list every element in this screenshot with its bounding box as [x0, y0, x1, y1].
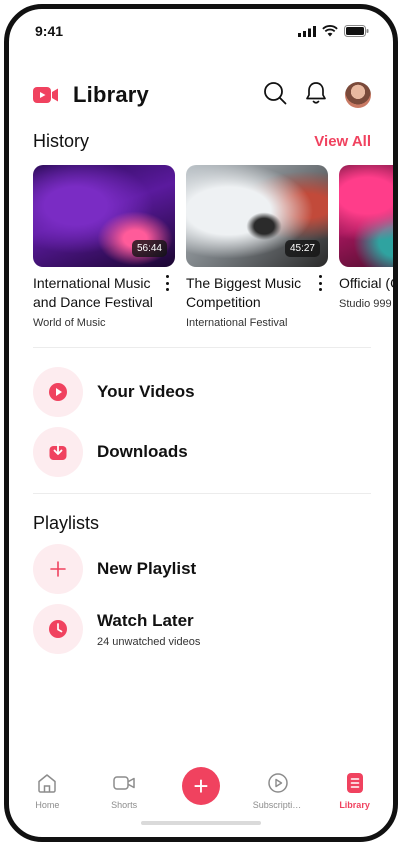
library-logo-icon: [33, 85, 59, 105]
nav-label: Home: [35, 800, 60, 810]
history-carousel[interactable]: 56:44 International Music and Dance Fest…: [33, 165, 393, 335]
plus-icon: [33, 544, 83, 594]
playlists-title: Playlists: [33, 513, 100, 533]
status-icons: [298, 25, 369, 37]
menu-subtitle: 24 unwatched videos: [97, 635, 201, 648]
more-options-icon[interactable]: [316, 275, 324, 291]
video-camera-icon: [112, 771, 136, 795]
menu-label: Downloads: [97, 442, 188, 461]
nav-shorts[interactable]: Shorts: [90, 771, 158, 810]
history-title: History: [33, 131, 90, 151]
library-icon: [343, 771, 367, 795]
video-thumbnail[interactable]: 56:44: [33, 165, 175, 267]
divider: [33, 347, 371, 348]
view-all-link[interactable]: View All: [314, 133, 371, 150]
wifi-icon: [322, 25, 338, 37]
downloads-item[interactable]: Downloads: [33, 427, 371, 477]
menu-label: Watch Later: [97, 610, 194, 630]
download-icon: [33, 427, 83, 477]
history-card[interactable]: 56:44 International Music and Dance Fest…: [33, 165, 175, 329]
channel-name: World of Music: [33, 317, 106, 329]
channel-name: Studio 999: [339, 298, 392, 310]
nav-label: Subscriptions: [252, 800, 303, 810]
video-title[interactable]: The Biggest Music Competition: [186, 274, 306, 312]
bell-icon[interactable]: [305, 81, 327, 110]
video-thumbnail[interactable]: [339, 165, 393, 267]
home-indicator: [141, 821, 261, 825]
battery-icon: [344, 25, 369, 37]
video-thumbnail[interactable]: 45:27: [186, 165, 328, 267]
history-card[interactable]: Official (Only You) Studio 999: [339, 165, 393, 310]
video-duration: 45:27: [284, 240, 320, 257]
history-header: History View All: [33, 131, 371, 152]
nav-subscriptions[interactable]: Subscriptions: [244, 771, 312, 810]
nav-label: Library: [339, 800, 370, 810]
status-bar: 9:41: [9, 9, 393, 53]
watch-later-item[interactable]: Watch Later 24 unwatched videos: [33, 604, 371, 654]
more-options-icon[interactable]: [163, 275, 171, 291]
menu-label: New Playlist: [97, 559, 197, 578]
search-icon[interactable]: [263, 81, 287, 110]
play-circle-icon: [33, 367, 83, 417]
history-card[interactable]: 45:27 The Biggest Music Competition Inte…: [186, 165, 328, 329]
clock-icon: [33, 604, 83, 654]
divider: [33, 493, 371, 494]
video-title[interactable]: International Music and Dance Festival: [33, 274, 153, 312]
menu-label: Your Videos: [97, 382, 195, 401]
home-icon: [35, 771, 59, 795]
signal-icon: [298, 25, 316, 37]
status-time: 9:41: [35, 23, 64, 39]
nav-label: Shorts: [111, 800, 138, 810]
page-title: Library: [73, 82, 149, 107]
channel-name: International Festival: [186, 317, 288, 329]
nav-home[interactable]: Home: [13, 771, 81, 810]
app-header: Library: [33, 75, 371, 115]
phone-frame: 9:41 Library History View All 56:44 Inte…: [4, 4, 398, 842]
video-duration: 56:44: [131, 240, 167, 257]
nav-add[interactable]: +: [167, 767, 235, 805]
nav-library[interactable]: Library: [321, 771, 389, 810]
add-icon[interactable]: +: [181, 767, 220, 805]
playlists-header: Playlists: [33, 513, 371, 534]
video-title[interactable]: Official (Only You): [339, 274, 393, 293]
subscriptions-icon: [266, 771, 290, 795]
avatar[interactable]: [345, 82, 371, 108]
your-videos-item[interactable]: Your Videos: [33, 367, 371, 417]
new-playlist-item[interactable]: New Playlist: [33, 544, 371, 594]
